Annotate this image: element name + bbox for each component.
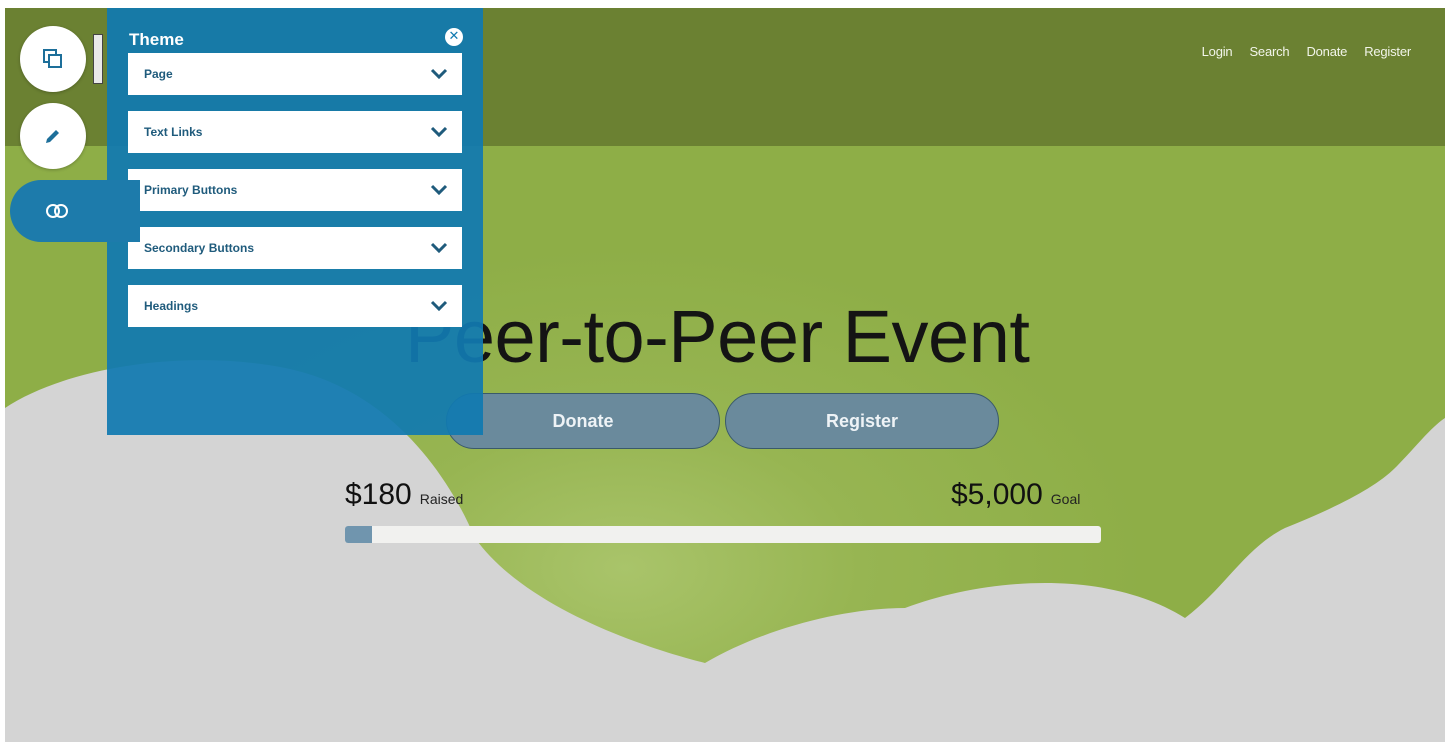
nav-login-link[interactable]: Login — [1202, 44, 1233, 59]
theme-item-primary-buttons[interactable]: Primary Buttons — [128, 169, 462, 211]
page-canvas: Login Search Donate Register Peer-to-Pee… — [5, 8, 1445, 742]
chevron-down-icon — [430, 126, 448, 138]
nav-donate-link[interactable]: Donate — [1306, 44, 1347, 59]
theme-item-label: Primary Buttons — [144, 183, 238, 197]
edit-button[interactable] — [20, 103, 86, 169]
theme-item-text-links[interactable]: Text Links — [128, 111, 462, 153]
goal-amount-block: $5,000 Goal — [951, 478, 1080, 512]
theme-toggle-button[interactable] — [10, 180, 140, 242]
chevron-down-icon — [430, 184, 448, 196]
nav-register-link[interactable]: Register — [1364, 44, 1411, 59]
site-logo[interactable] — [93, 34, 103, 84]
raised-label: Raised — [419, 491, 464, 507]
theme-panel-title: Theme — [129, 30, 184, 49]
theme-item-secondary-buttons[interactable]: Secondary Buttons — [128, 227, 462, 269]
chevron-down-icon — [430, 68, 448, 80]
close-icon[interactable]: ✕ — [445, 28, 463, 46]
page-title: Peer-to-Peer Event — [405, 295, 1030, 378]
theme-item-label: Secondary Buttons — [144, 241, 255, 255]
raised-amount: $180 — [345, 478, 412, 511]
copy-button[interactable] — [20, 26, 86, 92]
register-button[interactable]: Register — [725, 393, 999, 449]
toggle-icon — [46, 204, 68, 218]
theme-item-page[interactable]: Page — [128, 53, 462, 95]
top-navigation: Login Search Donate Register — [1202, 44, 1412, 59]
copy-icon — [43, 49, 62, 68]
progress-bar-fill — [345, 526, 373, 543]
theme-panel: Theme ✕ Page Text Links Primary Buttons … — [107, 8, 483, 435]
chevron-down-icon — [430, 242, 448, 254]
progress-bar — [345, 526, 1101, 543]
goal-amount: $5,000 — [951, 478, 1043, 511]
theme-item-label: Text Links — [144, 125, 203, 139]
nav-search-link[interactable]: Search — [1249, 44, 1289, 59]
theme-item-headings[interactable]: Headings — [128, 285, 462, 327]
goal-label: Goal — [1050, 491, 1081, 507]
pencil-icon — [46, 130, 59, 143]
chevron-down-icon — [430, 300, 448, 312]
donate-button[interactable]: Donate — [446, 393, 720, 449]
theme-item-label: Page — [144, 67, 173, 81]
raised-amount-block: $180 Raised — [345, 478, 463, 512]
theme-item-label: Headings — [144, 299, 199, 313]
